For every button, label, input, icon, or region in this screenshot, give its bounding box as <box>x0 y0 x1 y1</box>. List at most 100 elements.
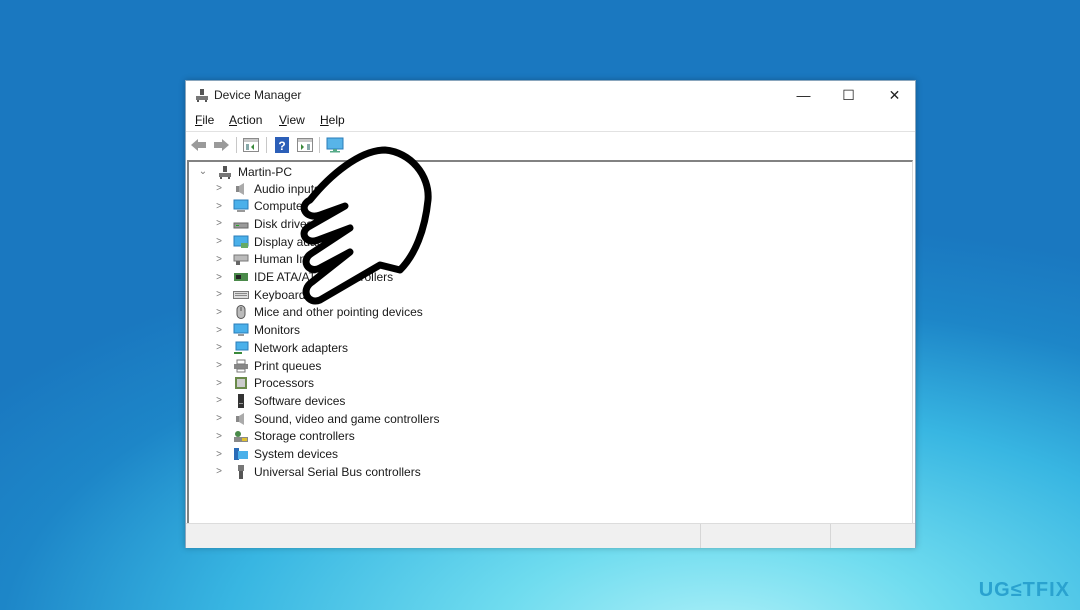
tree-category-item[interactable]: > Network adapters <box>213 339 348 356</box>
svg-text:?: ? <box>278 139 285 153</box>
expand-chevron-right-icon[interactable]: > <box>213 218 225 230</box>
tree-category-label: Network adapters <box>254 340 349 355</box>
scan-hardware-button[interactable] <box>326 136 344 154</box>
menu-bar: File Action View Help <box>186 109 915 132</box>
tree-root-item[interactable]: ⌄ Martin-PC <box>197 163 292 180</box>
tree-category-label: Keyboards <box>254 287 312 302</box>
tree-category-label: Software devices <box>254 393 346 408</box>
tree-category-item[interactable]: > Display adapters <box>213 233 343 250</box>
menu-help[interactable]: Help <box>320 113 345 127</box>
usb-icon <box>233 464 249 479</box>
device-tree[interactable]: ⌄ Martin-PC > Audio inputs and outputs > Co… <box>187 160 913 523</box>
expand-chevron-right-icon[interactable]: > <box>213 360 225 372</box>
expand-chevron-down-icon[interactable]: ⌄ <box>197 166 209 178</box>
tree-category-item[interactable]: > Monitors <box>213 322 300 339</box>
mouse-icon <box>233 305 249 320</box>
tree-category-item[interactable]: > Keyboards <box>213 286 311 303</box>
tree-category-label: Audio inputs and outputs <box>254 181 387 196</box>
close-button[interactable]: ✕ <box>872 81 917 109</box>
update-driver-icon <box>297 138 313 152</box>
monitor-icon <box>233 323 249 337</box>
tree-category-label: Sound, video and game controllers <box>254 411 440 426</box>
tree-category-item[interactable]: > Audio inputs and outputs <box>213 180 386 197</box>
toolbar-separator <box>236 137 237 153</box>
toolbar: ? <box>186 132 915 158</box>
status-pane <box>830 524 916 548</box>
tree-category-label: Universal Serial Bus controllers <box>254 464 421 479</box>
hid-icon <box>233 252 249 266</box>
tree-category-item[interactable]: > Processors <box>213 375 314 392</box>
expand-chevron-right-icon[interactable]: > <box>213 306 225 318</box>
show-hide-console-tree-button[interactable] <box>242 136 260 154</box>
help-icon: ? <box>275 137 289 153</box>
tree-category-item[interactable]: > Mice and other pointing devices <box>213 304 423 321</box>
expand-chevron-right-icon[interactable]: > <box>213 377 225 389</box>
expand-chevron-right-icon[interactable]: > <box>213 200 225 212</box>
menu-file[interactable]: File <box>195 113 214 127</box>
menu-action[interactable]: Action <box>229 113 262 127</box>
tree-category-item[interactable]: > Print queues <box>213 357 321 374</box>
disk-drive-icon <box>233 217 249 231</box>
speaker-icon <box>233 412 249 426</box>
back-button[interactable] <box>190 136 208 154</box>
speaker-icon <box>233 182 249 196</box>
expand-chevron-right-icon[interactable]: > <box>213 430 225 442</box>
minimize-icon: — <box>796 87 811 103</box>
ide-controller-icon <box>233 270 249 284</box>
maximize-button[interactable]: ☐ <box>826 81 871 109</box>
ugetfix-watermark: UG≤TFIX <box>978 579 1070 601</box>
tree-category-label: IDE ATA/ATAPI controllers <box>254 270 394 284</box>
minimize-button[interactable]: — <box>781 81 826 109</box>
toolbar-separator <box>266 137 267 153</box>
expand-chevron-right-icon[interactable]: > <box>213 448 225 460</box>
status-pane <box>700 524 831 548</box>
computer-icon <box>233 199 249 213</box>
title-bar[interactable]: Device Manager — ☐ ✕ <box>186 81 915 109</box>
forward-icon <box>214 139 229 151</box>
processor-icon <box>233 376 249 390</box>
back-icon <box>191 139 206 151</box>
printer-icon <box>233 359 249 373</box>
properties-pane-icon <box>243 138 259 152</box>
scan-hardware-icon <box>326 137 344 153</box>
expand-chevron-right-icon[interactable]: > <box>213 289 225 301</box>
device-manager-icon <box>196 89 208 102</box>
tree-category-item[interactable]: > System devices <box>213 446 338 463</box>
forward-button[interactable] <box>212 136 230 154</box>
expand-chevron-right-icon[interactable]: > <box>213 466 225 478</box>
tree-category-label: Computer <box>254 199 307 214</box>
tree-category-item[interactable]: > Human Interface Devices <box>213 251 389 268</box>
expand-chevron-right-icon[interactable]: > <box>213 342 225 354</box>
expand-chevron-right-icon[interactable]: > <box>213 183 225 195</box>
tree-category-label: Print queues <box>254 358 322 373</box>
tree-category-item[interactable]: > Universal Serial Bus controllers <box>213 463 421 480</box>
tree-category-item[interactable]: > Computer <box>213 198 307 215</box>
tree-root-label: Martin-PC <box>238 164 293 179</box>
tree-category-label: System devices <box>254 447 339 461</box>
expand-chevron-right-icon[interactable]: > <box>213 271 225 283</box>
tree-category-label: Storage controllers <box>254 429 355 444</box>
action-pane-button[interactable] <box>296 136 314 154</box>
system-devices-icon <box>233 447 249 461</box>
expand-chevron-right-icon[interactable]: > <box>213 236 225 248</box>
tree-category-label: Mice and other pointing devices <box>254 305 423 320</box>
tree-category-label: Display adapters <box>254 234 344 249</box>
tree-category-item[interactable]: > Storage controllers <box>213 428 355 445</box>
expand-chevron-right-icon[interactable]: > <box>213 395 225 407</box>
expand-chevron-right-icon[interactable]: > <box>213 413 225 425</box>
tree-category-item[interactable]: > IDE ATA/ATAPI controllers <box>213 269 393 286</box>
tree-category-label: Monitors <box>254 323 301 338</box>
network-adapter-icon <box>233 341 249 355</box>
tree-category-item[interactable]: > Disk drives <box>213 215 313 232</box>
help-button[interactable]: ? <box>273 136 291 154</box>
display-adapter-icon <box>233 235 249 249</box>
maximize-icon: ☐ <box>842 86 855 103</box>
menu-view[interactable]: View <box>279 113 305 127</box>
status-bar <box>186 523 915 548</box>
expand-chevron-right-icon[interactable]: > <box>213 253 225 265</box>
close-icon: ✕ <box>888 86 901 103</box>
expand-chevron-right-icon[interactable]: > <box>213 324 225 336</box>
software-device-icon <box>233 393 249 408</box>
tree-category-item[interactable]: > Sound, video and game controllers <box>213 410 439 427</box>
tree-category-item[interactable]: > Software devices <box>213 392 345 409</box>
